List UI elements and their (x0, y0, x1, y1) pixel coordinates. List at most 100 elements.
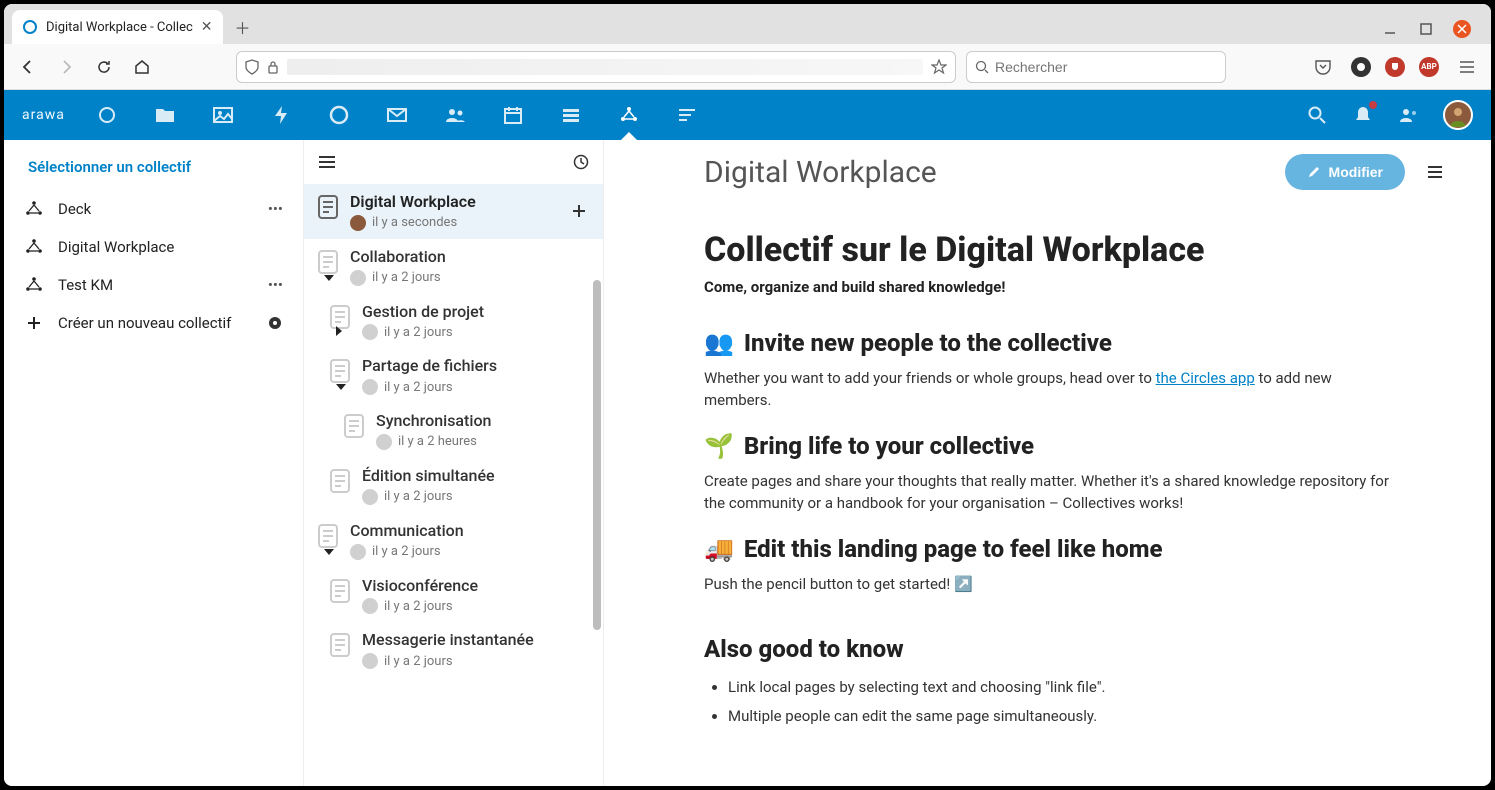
scrollbar[interactable] (593, 280, 601, 630)
back-button[interactable] (14, 53, 42, 81)
search-icon (975, 60, 989, 74)
user-avatar-icon (376, 434, 392, 450)
browser-toolbar: ABP (4, 44, 1491, 90)
bookmark-star-icon[interactable] (931, 59, 947, 75)
collective-icon (24, 238, 44, 256)
user-avatar-icon (350, 270, 366, 286)
nav-photos-icon[interactable] (211, 103, 235, 127)
browser-tabbar: Digital Workplace - Collec ✕ ＋ (4, 4, 1491, 44)
tree-menu-icon[interactable] (318, 155, 336, 169)
app-search-icon[interactable] (1305, 103, 1329, 127)
page-item[interactable]: Édition simultanéeil y a 2 jours (304, 458, 603, 513)
user-avatar-icon (350, 544, 366, 560)
sidebar-item-digital-workplace[interactable]: Digital Workplace (4, 228, 303, 266)
search-bar[interactable] (966, 51, 1226, 83)
also-item: Multiple people can edit the same page s… (728, 702, 1391, 731)
window-close-icon[interactable] (1453, 20, 1471, 38)
page-title: Visioconférence (362, 576, 591, 597)
settings-icon[interactable] (267, 315, 283, 331)
page-item[interactable]: Digital Workplaceil y a secondes (304, 184, 603, 239)
ublock-icon[interactable] (1385, 57, 1405, 77)
nav-collectives-icon[interactable] (617, 103, 641, 127)
notifications-icon[interactable] (1351, 103, 1375, 127)
user-avatar[interactable] (1443, 100, 1473, 130)
nav-deck-icon[interactable] (559, 103, 583, 127)
page-icon (328, 358, 352, 386)
page-meta: il y a secondes (350, 215, 557, 231)
page-meta: il y a 2 jours (362, 653, 591, 669)
user-avatar-icon (362, 598, 378, 614)
url-bar[interactable] (236, 51, 956, 83)
browser-tab[interactable]: Digital Workplace - Collec ✕ (12, 10, 223, 44)
tree-history-icon[interactable] (573, 154, 589, 170)
pencil-icon (1307, 165, 1321, 179)
forward-button[interactable] (52, 53, 80, 81)
page-icon (328, 578, 352, 606)
sidebar-header: Sélectionner un collectif (4, 152, 303, 190)
app-header: arawa (4, 90, 1491, 140)
tab-close-icon[interactable]: ✕ (201, 19, 213, 35)
page-meta: il y a 2 jours (350, 270, 591, 286)
edit-button-label: Modifier (1329, 164, 1383, 180)
sidebar-create-collective[interactable]: Créer un nouveau collectif (4, 304, 303, 342)
page-item[interactable]: Visioconférenceil y a 2 jours (304, 568, 603, 623)
emoji-truck-icon: 🚚 (704, 535, 734, 563)
window-controls (1381, 20, 1483, 38)
page-title: Collaboration (350, 247, 591, 268)
page-icon (316, 249, 340, 277)
pocket-icon[interactable] (1309, 53, 1337, 81)
lock-icon[interactable] (267, 60, 279, 74)
also-list: Link local pages by selecting text and c… (704, 673, 1391, 730)
more-icon[interactable]: ••• (268, 200, 283, 218)
new-tab-button[interactable]: ＋ (229, 13, 257, 41)
minimize-icon[interactable] (1381, 20, 1399, 38)
page-title: Messagerie instantanée (362, 630, 591, 651)
more-icon[interactable]: ••• (268, 276, 283, 294)
page-icon (342, 413, 366, 441)
nav-more-icon[interactable] (675, 103, 699, 127)
user-avatar-icon (362, 489, 378, 505)
circles-app-link[interactable]: the Circles app (1156, 369, 1255, 387)
nav-activity-icon[interactable] (269, 103, 293, 127)
nav-mail-icon[interactable] (385, 103, 409, 127)
contacts-menu-icon[interactable] (1397, 103, 1421, 127)
home-button[interactable] (128, 53, 156, 81)
section-body-invite: Whether you want to add your friends or … (704, 367, 1391, 412)
page-title: Communication (350, 521, 591, 542)
nav-calendar-icon[interactable] (501, 103, 525, 127)
nav-talk-icon[interactable] (327, 103, 351, 127)
edit-button[interactable]: Modifier (1285, 154, 1405, 190)
sidebar-item-deck[interactable]: Deck ••• (4, 190, 303, 228)
page-icon (328, 632, 352, 660)
page-item[interactable]: Partage de fichiersil y a 2 jours (304, 348, 603, 403)
sidebar-item-label: Digital Workplace (58, 238, 174, 256)
extension-icon-1[interactable] (1351, 57, 1371, 77)
doc-menu-icon[interactable] (1419, 156, 1451, 188)
page-item[interactable]: Collaboration il y a 2 jours (304, 239, 603, 294)
document-view: Digital Workplace Modifier Collectif sur… (604, 140, 1491, 786)
page-item[interactable]: Messagerie instantanée il y a 2 jours (304, 622, 603, 677)
page-item[interactable]: Synchronisationil y a 2 heures (304, 403, 603, 458)
brand-logo[interactable]: arawa (22, 107, 65, 123)
adblock-icon[interactable]: ABP (1419, 57, 1439, 77)
sidebar-item-label: Test KM (58, 276, 113, 294)
reload-button[interactable] (90, 53, 118, 81)
page-meta: il y a 2 jours (362, 489, 591, 505)
sidebar-item-test-km[interactable]: Test KM ••• (4, 266, 303, 304)
nav-files-icon[interactable] (153, 103, 177, 127)
section-heading-bring-life: 🌱Bring life to your collective (704, 432, 1391, 460)
maximize-icon[interactable] (1417, 20, 1435, 38)
page-meta: il y a 2 jours (362, 379, 591, 395)
add-page-icon[interactable] (567, 192, 591, 231)
section-heading-invite: 👥Invite new people to the collective (704, 329, 1391, 357)
shield-icon[interactable] (245, 59, 259, 75)
page-meta: il y a 2 heures (376, 434, 591, 450)
page-item[interactable]: Communicationil y a 2 jours (304, 513, 603, 568)
hamburger-menu-icon[interactable] (1453, 53, 1481, 81)
nav-contacts-icon[interactable] (443, 103, 467, 127)
collectives-sidebar: Sélectionner un collectif Deck ••• Digit… (4, 140, 304, 786)
search-input[interactable] (995, 59, 1217, 75)
page-item[interactable]: Gestion de projetil y a 2 jours (304, 294, 603, 349)
user-avatar-icon (362, 324, 378, 340)
nav-dashboard-icon[interactable] (95, 103, 119, 127)
